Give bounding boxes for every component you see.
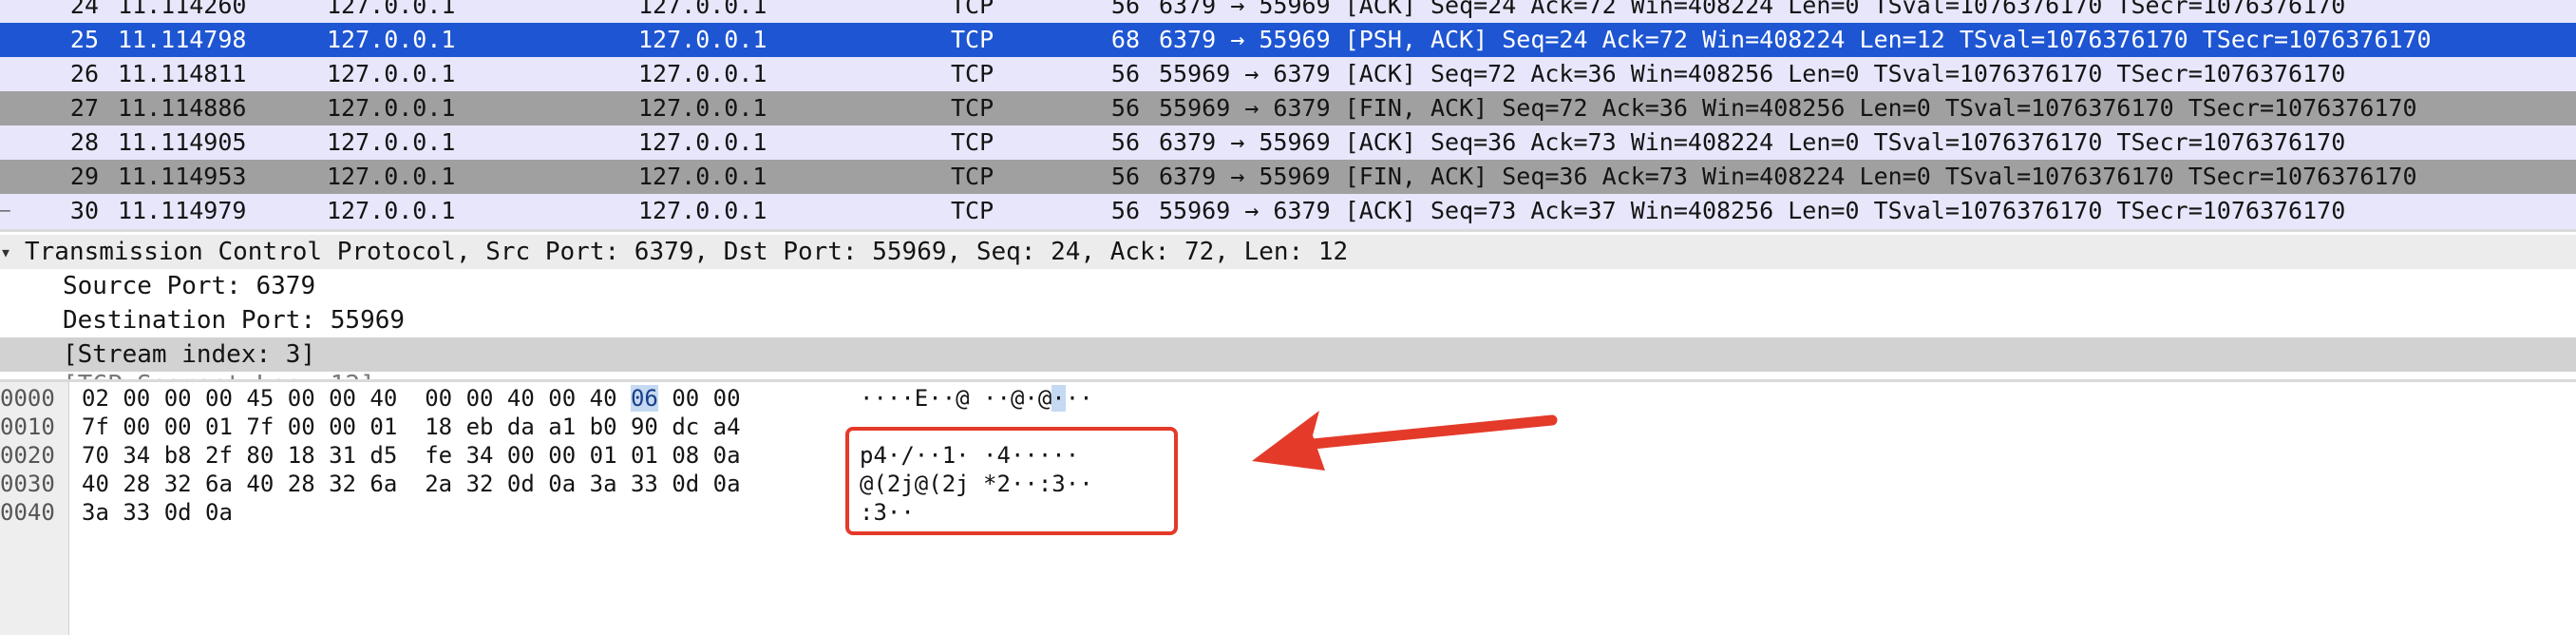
packet-number: 26 xyxy=(69,60,99,87)
packet-number: 29 xyxy=(69,163,99,190)
packet-info: 55969 → 6379 [ACK] Seq=73 Ack=37 Win=408… xyxy=(1159,197,2346,224)
packet-number: 30 xyxy=(69,197,99,224)
tree-item-partial[interactable]: [TCP Segment Len: 12] xyxy=(0,368,2576,379)
tree-item-label: Source Port: 6379 xyxy=(63,272,316,300)
hex-bytes[interactable]: 3a 33 0d 0a xyxy=(82,498,233,527)
packet-source: 127.0.0.1 xyxy=(327,26,456,53)
expanded-triangle-icon[interactable]: ▾ xyxy=(0,235,11,269)
packet-destination: 127.0.0.1 xyxy=(638,60,767,87)
byte-offset: 0010 xyxy=(0,414,55,440)
hex-bytes[interactable]: 70 34 b8 2f 80 18 31 d5 fe 34 00 00 01 0… xyxy=(82,441,741,470)
packet-info: 6379 → 55969 [PSH, ACK] Seq=24 Ack=72 Wi… xyxy=(1159,26,2432,53)
packet-source: 127.0.0.1 xyxy=(327,163,456,190)
packet-destination: 127.0.0.1 xyxy=(638,163,767,190)
packet-info: 6379 → 55969 [ACK] Seq=24 Ack=72 Win=408… xyxy=(1159,0,2346,19)
packet-time: 11.114811 xyxy=(118,60,247,87)
pane-splitter[interactable] xyxy=(0,229,2576,232)
packet-row[interactable]: 26 11.114811 127.0.0.1 127.0.0.1 TCP 56 … xyxy=(0,57,2576,91)
tree-item-label: [Stream index: 3] xyxy=(63,340,316,369)
highlighted-ascii[interactable]: · xyxy=(1051,385,1066,412)
highlighted-byte[interactable]: 06 xyxy=(630,385,658,412)
bytes-row[interactable]: 0040 3a 33 0d 0a :3·· xyxy=(0,498,2576,527)
tree-item-label: [TCP Segment Len: 12] xyxy=(63,368,375,379)
byte-offset: 0040 xyxy=(0,499,55,526)
packet-length: 56 xyxy=(1110,60,1140,87)
packet-protocol: TCP xyxy=(951,128,994,156)
packet-time: 11.114260 xyxy=(118,0,247,19)
annotation-box xyxy=(845,427,1178,535)
packet-row[interactable]: 29 11.114953 127.0.0.1 127.0.0.1 TCP 56 … xyxy=(0,160,2576,194)
ascii-bytes[interactable]: ····E··@ ··@·@··· xyxy=(860,384,1093,413)
packet-row[interactable]: 28 11.114905 127.0.0.1 127.0.0.1 TCP 56 … xyxy=(0,125,2576,160)
packet-length: 56 xyxy=(1110,0,1140,19)
bytes-row[interactable]: 0020 70 34 b8 2f 80 18 31 d5 fe 34 00 00… xyxy=(0,441,2576,470)
packet-number: 28 xyxy=(69,128,99,156)
packet-details-pane[interactable]: ▾ Transmission Control Protocol, Src Por… xyxy=(0,235,2576,379)
packet-number: 27 xyxy=(69,94,99,122)
packet-length: 56 xyxy=(1110,128,1140,156)
tree-item-label: Transmission Control Protocol, Src Port:… xyxy=(25,238,1349,266)
packet-info: 6379 → 55969 [FIN, ACK] Seq=36 Ack=73 Wi… xyxy=(1159,163,2417,190)
tree-item-stream-index[interactable]: [Stream index: 3] xyxy=(0,337,2576,372)
packet-length: 56 xyxy=(1110,94,1140,122)
packet-list[interactable]: 24 11.114260 127.0.0.1 127.0.0.1 TCP 56 … xyxy=(0,0,2576,229)
byte-offset: 0020 xyxy=(0,442,55,469)
tree-item-label: Destination Port: 55969 xyxy=(63,306,406,335)
packet-row[interactable]: 27 11.114886 127.0.0.1 127.0.0.1 TCP 56 … xyxy=(0,91,2576,125)
packet-row[interactable]: 24 11.114260 127.0.0.1 127.0.0.1 TCP 56 … xyxy=(0,0,2576,23)
packet-destination: 127.0.0.1 xyxy=(638,128,767,156)
hex-bytes[interactable]: 40 28 32 6a 40 28 32 6a 2a 32 0d 0a 3a 3… xyxy=(82,470,741,498)
packet-destination: 127.0.0.1 xyxy=(638,26,767,53)
packet-time: 11.114979 xyxy=(118,197,247,224)
packet-source: 127.0.0.1 xyxy=(327,94,456,122)
tree-item-tcp[interactable]: ▾ Transmission Control Protocol, Src Por… xyxy=(0,235,2576,269)
packet-number: 25 xyxy=(69,26,99,53)
packet-time: 11.114953 xyxy=(118,163,247,190)
packet-info: 55969 → 6379 [ACK] Seq=72 Ack=36 Win=408… xyxy=(1159,60,2346,87)
packet-destination: 127.0.0.1 xyxy=(638,197,767,224)
packet-destination: 127.0.0.1 xyxy=(638,94,767,122)
packet-length: 56 xyxy=(1110,163,1140,190)
byte-offset: 0000 xyxy=(0,385,55,412)
packet-info: 55969 → 6379 [FIN, ACK] Seq=72 Ack=36 Wi… xyxy=(1159,94,2417,122)
packet-bytes-pane[interactable]: 0000 02 00 00 00 45 00 00 40 00 00 40 00… xyxy=(0,382,2576,635)
packet-length: 68 xyxy=(1110,26,1140,53)
packet-source: 127.0.0.1 xyxy=(327,197,456,224)
hex-text: 00 00 xyxy=(657,385,741,412)
hex-bytes[interactable]: 7f 00 00 01 7f 00 00 01 18 eb da a1 b0 9… xyxy=(82,413,741,441)
packet-protocol: TCP xyxy=(951,60,994,87)
tree-item-destination-port[interactable]: Destination Port: 55969 xyxy=(0,303,2576,337)
packet-protocol: TCP xyxy=(951,163,994,190)
packet-info: 6379 → 55969 [ACK] Seq=36 Ack=73 Win=408… xyxy=(1159,128,2346,156)
packet-destination: 127.0.0.1 xyxy=(638,0,767,19)
bytes-row[interactable]: 0030 40 28 32 6a 40 28 32 6a 2a 32 0d 0a… xyxy=(0,470,2576,498)
packet-time: 11.114886 xyxy=(118,94,247,122)
hex-text: 02 00 00 00 45 00 00 40 00 00 40 00 40 xyxy=(82,385,631,412)
packet-source: 127.0.0.1 xyxy=(327,128,456,156)
packet-protocol: TCP xyxy=(951,94,994,122)
hex-bytes[interactable]: 02 00 00 00 45 00 00 40 00 00 40 00 40 0… xyxy=(82,384,741,413)
packet-row-selected[interactable]: 25 11.114798 127.0.0.1 127.0.0.1 TCP 68 … xyxy=(0,23,2576,57)
packet-time: 11.114798 xyxy=(118,26,247,53)
packet-time: 11.114905 xyxy=(118,128,247,156)
packet-row[interactable]: – 30 11.114979 127.0.0.1 127.0.0.1 TCP 5… xyxy=(0,194,2576,228)
packet-source: 127.0.0.1 xyxy=(327,0,456,19)
bytes-row[interactable]: 0010 7f 00 00 01 7f 00 00 01 18 eb da a1… xyxy=(0,413,2576,441)
bytes-row[interactable]: 0000 02 00 00 00 45 00 00 40 00 00 40 00… xyxy=(0,384,2576,413)
packet-protocol: TCP xyxy=(951,0,994,19)
packet-length: 56 xyxy=(1110,197,1140,224)
ascii-text: ····E··@ ··@·@ xyxy=(860,385,1052,412)
packet-number: 24 xyxy=(69,0,99,19)
packet-protocol: TCP xyxy=(951,26,994,53)
ascii-text: ·· xyxy=(1065,385,1093,412)
packet-protocol: TCP xyxy=(951,197,994,224)
packet-source: 127.0.0.1 xyxy=(327,60,456,87)
tree-item-source-port[interactable]: Source Port: 6379 xyxy=(0,269,2576,303)
byte-offset: 0030 xyxy=(0,471,55,497)
